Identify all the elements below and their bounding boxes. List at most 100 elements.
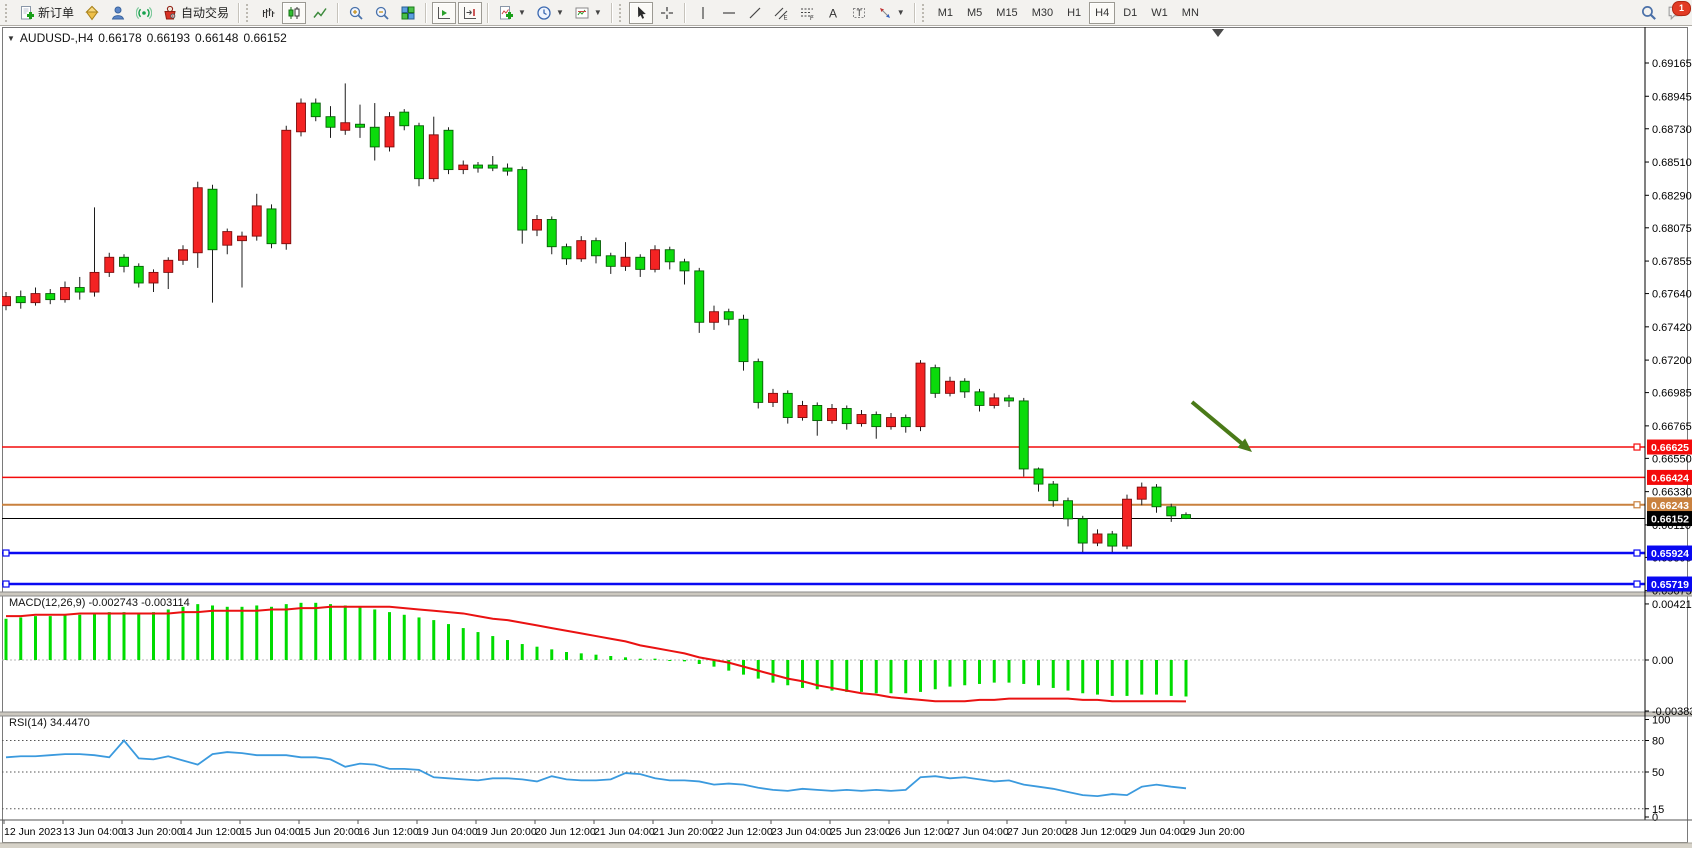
crosshair-button[interactable] bbox=[655, 2, 679, 24]
candle bbox=[120, 257, 129, 266]
arrows-icon bbox=[877, 5, 893, 21]
candle bbox=[341, 123, 350, 131]
svg-text:0.69165: 0.69165 bbox=[1652, 58, 1692, 70]
svg-text:0.00: 0.00 bbox=[1652, 655, 1673, 667]
rsi-indicator-label: RSI(14) 34.4470 bbox=[9, 717, 90, 729]
svg-text:15 Jun 20:00: 15 Jun 20:00 bbox=[299, 826, 360, 838]
svg-text:26 Jun 12:00: 26 Jun 12:00 bbox=[889, 826, 950, 838]
candle bbox=[164, 260, 173, 272]
market-watch-button[interactable] bbox=[80, 2, 104, 24]
svg-text:12 Jun 2023: 12 Jun 2023 bbox=[4, 826, 62, 838]
arrows-button[interactable]: ▼ bbox=[873, 2, 909, 24]
candle bbox=[1108, 534, 1117, 546]
candle bbox=[282, 130, 291, 243]
timeframe-M15[interactable]: M15 bbox=[990, 2, 1023, 24]
periods-button[interactable]: ▼ bbox=[532, 2, 568, 24]
candle bbox=[754, 362, 763, 403]
chart-canvas[interactable]: 0.691650.689450.687300.685100.682900.680… bbox=[0, 26, 1692, 848]
price-tag-0.66243: 0.66243 bbox=[1647, 497, 1692, 512]
chart-title-dropdown-icon[interactable]: ▼ bbox=[7, 34, 15, 43]
candle bbox=[1123, 499, 1132, 546]
candle bbox=[960, 381, 969, 392]
timeframe-D1[interactable]: D1 bbox=[1117, 2, 1143, 24]
candle bbox=[931, 368, 940, 394]
timeframe-M30[interactable]: M30 bbox=[1026, 2, 1059, 24]
search-button[interactable] bbox=[1636, 2, 1661, 24]
svg-text:E: E bbox=[783, 15, 787, 21]
panel-separator[interactable] bbox=[0, 712, 1692, 716]
line-handle[interactable] bbox=[1634, 550, 1640, 556]
line-handle[interactable] bbox=[3, 550, 9, 556]
candle bbox=[326, 117, 335, 128]
signals-button[interactable] bbox=[132, 2, 156, 24]
candle bbox=[311, 103, 320, 117]
candle bbox=[1019, 401, 1028, 469]
cursor-button[interactable] bbox=[629, 2, 653, 24]
zoom-in-icon bbox=[348, 5, 364, 21]
candlestick-chart-button[interactable] bbox=[282, 2, 306, 24]
svg-text:19 Jun 20:00: 19 Jun 20:00 bbox=[476, 826, 537, 838]
trendline-button[interactable] bbox=[743, 2, 767, 24]
notification-badge[interactable]: 1 bbox=[1672, 1, 1691, 16]
notifications-button[interactable]: 1 bbox=[1663, 2, 1688, 24]
chart-shift-button[interactable] bbox=[458, 2, 482, 24]
line-handle[interactable] bbox=[1634, 581, 1640, 587]
fibonacci-button[interactable]: F bbox=[795, 2, 819, 24]
toolbar-grip bbox=[5, 4, 10, 22]
toolbar-grip bbox=[246, 4, 251, 22]
auto-trading-button[interactable]: 自动交易 bbox=[158, 2, 233, 24]
panel-separator[interactable] bbox=[0, 592, 1692, 596]
candle bbox=[1167, 507, 1176, 516]
horizontal-line-button[interactable] bbox=[717, 2, 741, 24]
svg-text:0.67420: 0.67420 bbox=[1652, 322, 1692, 334]
svg-text:16 Jun 12:00: 16 Jun 12:00 bbox=[358, 826, 419, 838]
candle bbox=[857, 415, 866, 424]
horizontal-line-icon bbox=[721, 5, 737, 21]
new-order-button[interactable]: 新订单 bbox=[15, 2, 78, 24]
candle bbox=[975, 392, 984, 406]
svg-text:0.67855: 0.67855 bbox=[1652, 256, 1692, 268]
templates-button[interactable]: ▼ bbox=[570, 2, 606, 24]
svg-text:25 Jun 23:00: 25 Jun 23:00 bbox=[830, 826, 891, 838]
indicators-button[interactable]: ▼ bbox=[494, 2, 530, 24]
svg-text:28 Jun 12:00: 28 Jun 12:00 bbox=[1066, 826, 1127, 838]
timeframe-M1[interactable]: M1 bbox=[932, 2, 959, 24]
text-icon: A bbox=[825, 5, 841, 21]
timeframe-H1[interactable]: H1 bbox=[1061, 2, 1087, 24]
text-label-button[interactable]: T bbox=[847, 2, 871, 24]
candle bbox=[179, 250, 188, 261]
timeframe-H4[interactable]: H4 bbox=[1089, 2, 1115, 24]
toolbar-separator bbox=[914, 3, 916, 23]
line-handle[interactable] bbox=[3, 581, 9, 587]
zoom-out-button[interactable] bbox=[370, 2, 394, 24]
chart-title: ▼ AUDUSD-,H4 0.66178 0.66193 0.66148 0.6… bbox=[7, 31, 287, 45]
svg-text:80: 80 bbox=[1652, 736, 1664, 748]
tile-windows-button[interactable] bbox=[396, 2, 420, 24]
auto-trading-icon bbox=[162, 5, 178, 21]
candle bbox=[710, 312, 719, 323]
line-handle[interactable] bbox=[1634, 502, 1640, 508]
line-handle[interactable] bbox=[1634, 444, 1640, 450]
candle bbox=[444, 130, 453, 169]
auto-scroll-button[interactable] bbox=[432, 2, 456, 24]
candle bbox=[75, 288, 84, 293]
zoom-in-button[interactable] bbox=[344, 2, 368, 24]
chart-low: 0.66148 bbox=[195, 31, 238, 45]
timeframe-M5[interactable]: M5 bbox=[961, 2, 988, 24]
bar-chart-icon bbox=[260, 5, 276, 21]
svg-text:T: T bbox=[856, 8, 862, 18]
timeframe-MN[interactable]: MN bbox=[1176, 2, 1205, 24]
svg-text:0.66550: 0.66550 bbox=[1652, 453, 1692, 465]
profile-button[interactable] bbox=[106, 2, 130, 24]
chart-high: 0.66193 bbox=[147, 31, 190, 45]
bar-chart-button[interactable] bbox=[256, 2, 280, 24]
timeframe-W1[interactable]: W1 bbox=[1145, 2, 1174, 24]
equidistant-channel-button[interactable]: E bbox=[769, 2, 793, 24]
candle bbox=[46, 294, 55, 300]
line-chart-button[interactable] bbox=[308, 2, 332, 24]
candle bbox=[149, 272, 158, 283]
vertical-line-button[interactable] bbox=[691, 2, 715, 24]
candle bbox=[385, 117, 394, 147]
text-button[interactable]: A bbox=[821, 2, 845, 24]
candle bbox=[223, 232, 232, 246]
